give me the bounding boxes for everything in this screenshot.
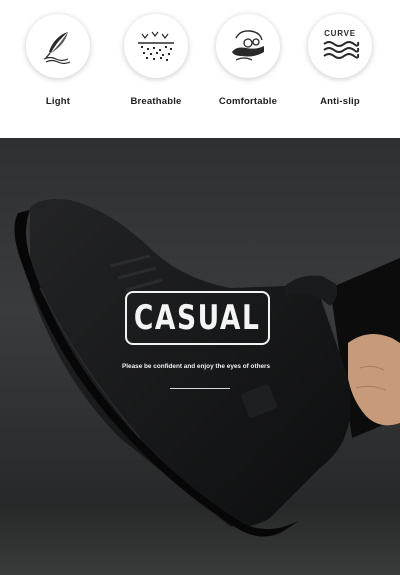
hero-banner: CASUAL Please be confident and enjoy the… [0, 138, 400, 575]
casual-title-frame: CASUAL [125, 291, 270, 345]
feature-breathable-badge [124, 14, 188, 78]
breathable-mesh-icon [138, 31, 174, 61]
feature-light: Light [12, 0, 104, 138]
feature-strip: Light Breathable Comfortable CURVE Anti-… [0, 0, 400, 138]
feature-light-badge [26, 14, 90, 78]
feather-icon [43, 32, 71, 65]
curve-icon-text: CURVE [324, 29, 356, 38]
cushion-sole-icon [232, 30, 264, 61]
feature-anti-slip: CURVE Anti-slip [294, 0, 386, 138]
feature-breathable-label: Breathable [130, 96, 182, 107]
feature-comfortable: Comfortable [202, 0, 294, 138]
curve-tread-icon: CURVE [323, 29, 360, 59]
feature-light-label: Light [45, 96, 71, 107]
feature-anti-slip-badge: CURVE [308, 14, 372, 78]
feature-anti-slip-label: Anti-slip [320, 96, 360, 107]
shoe-photo [0, 199, 400, 575]
feature-comfortable-label: Comfortable [218, 96, 278, 107]
tagline-divider [170, 388, 230, 389]
hero-title: CASUAL [134, 298, 261, 338]
hero-tagline: Please be confident and enjoy the eyes o… [122, 363, 271, 370]
feature-breathable: Breathable [110, 0, 202, 138]
feature-comfortable-badge [216, 14, 280, 78]
